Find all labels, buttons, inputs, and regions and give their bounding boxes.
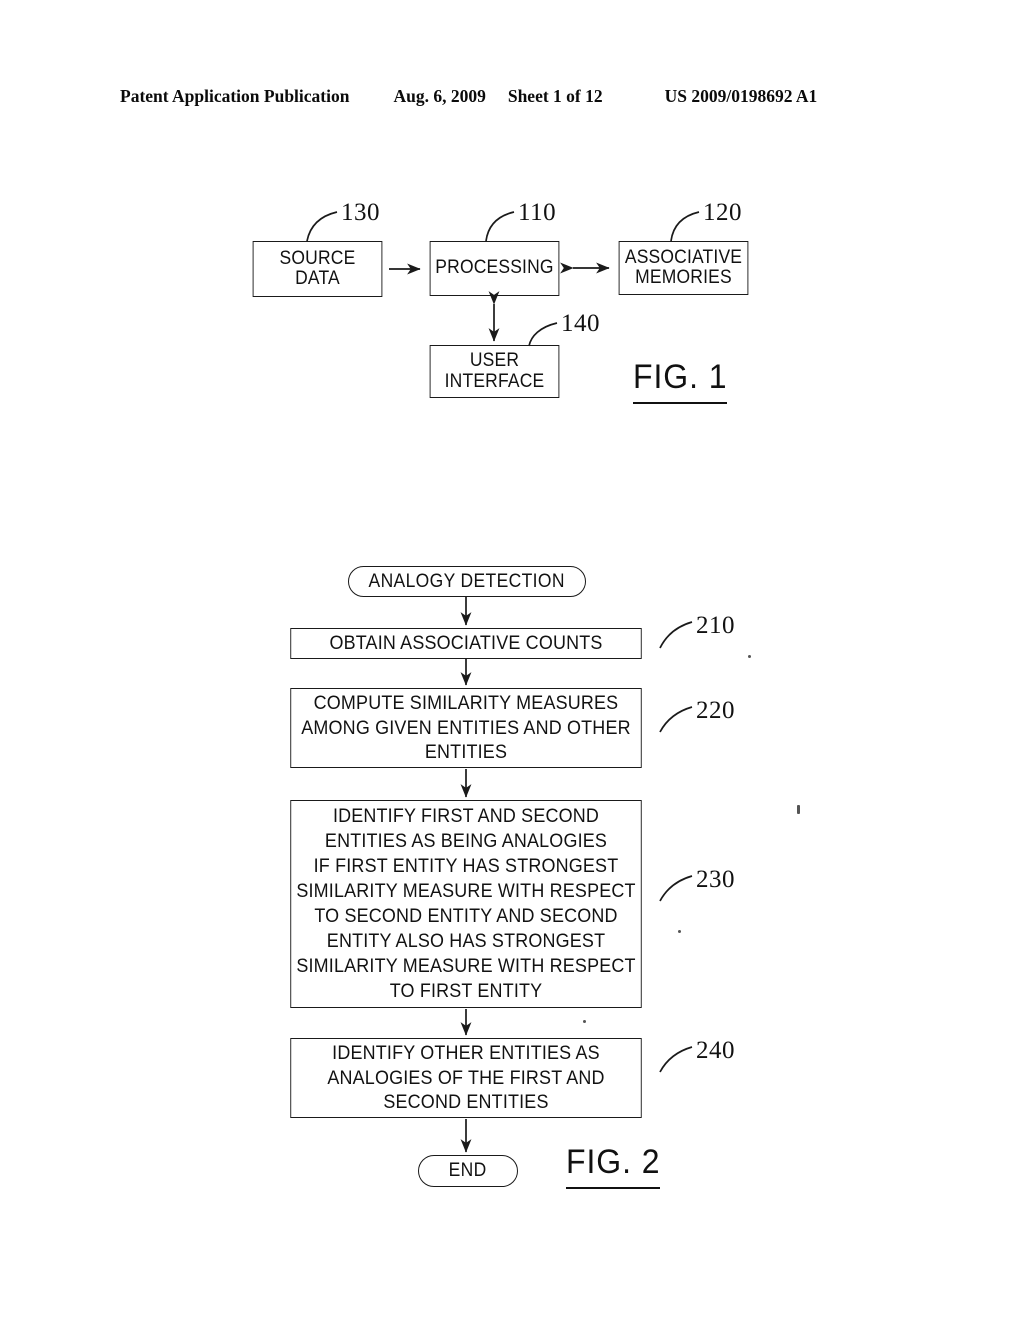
fig1-block-processing: PROCESSING (429, 241, 560, 296)
leader-110 (485, 211, 515, 242)
fig2-step-210-label: OBTAIN ASSOCIATIVE COUNTS (329, 632, 603, 655)
fig2-step-240-label: IDENTIFY OTHER ENTITIES AS ANALOGIES OF … (327, 1042, 605, 1114)
fig2-start-terminator-label: ANALOGY DETECTION (368, 570, 566, 592)
sheet-header: Patent Application Publication Aug. 6, 2… (120, 86, 910, 112)
fig1-ref-110: 110 (518, 199, 557, 226)
fig2-ref-220: 220 (696, 697, 735, 724)
leader-220 (659, 706, 693, 733)
header-publication-title: Patent Application Publication (120, 86, 350, 106)
fig1-block-user-interface-label: USER INTERFACE (444, 350, 545, 392)
fig1-ref-140: 140 (561, 310, 600, 337)
fig2-step-220-label: COMPUTE SIMILARITY MEASURES AMONG GIVEN … (301, 692, 631, 764)
fig1-caption: FIG. 1 (633, 358, 728, 404)
scan-speck (583, 1020, 586, 1023)
fig2-end-terminator: END (418, 1155, 518, 1187)
scan-speck (678, 930, 681, 933)
fig2-start-terminator: ANALOGY DETECTION (348, 566, 586, 597)
leader-210 (659, 621, 693, 649)
fig1-block-associative-memories: ASSOCIATIVE MEMORIES (618, 241, 749, 295)
leader-130 (306, 211, 338, 242)
fig2-step-230: IDENTIFY FIRST AND SECOND ENTITIES AS BE… (290, 800, 642, 1008)
scan-speck (748, 655, 751, 658)
fig1-block-source-data: SOURCE DATA (252, 241, 383, 297)
leader-120 (670, 211, 700, 242)
fig2-ref-210: 210 (696, 612, 735, 639)
fig2-step-230-label: IDENTIFY FIRST AND SECOND ENTITIES AS BE… (296, 805, 636, 1002)
fig1-block-user-interface: USER INTERFACE (429, 345, 560, 398)
fig2-ref-230: 230 (696, 866, 735, 893)
leader-240 (659, 1046, 693, 1073)
header-sheet-number: Sheet 1 of 12 (507, 86, 603, 106)
fig2-end-terminator-label: END (448, 1160, 488, 1181)
leader-140 (528, 322, 558, 347)
header-publication-number: US 2009/0198692 A1 (664, 86, 818, 106)
connector-layer (306, 211, 700, 1153)
fig1-ref-120: 120 (703, 199, 742, 226)
header-date: Aug. 6, 2009 (393, 86, 486, 106)
leader-230 (659, 875, 693, 902)
fig1-block-source-data-label: SOURCE DATA (279, 247, 356, 289)
fig2-ref-240: 240 (696, 1037, 735, 1064)
fig1-block-processing-label: PROCESSING (435, 257, 554, 279)
fig2-step-210: OBTAIN ASSOCIATIVE COUNTS (290, 628, 642, 659)
fig1-ref-130: 130 (341, 199, 380, 226)
fig1-block-associative-memories-label: ASSOCIATIVE MEMORIES (624, 246, 743, 288)
patent-drawing-sheet: Patent Application Publication Aug. 6, 2… (0, 0, 1024, 1320)
fig2-step-220: COMPUTE SIMILARITY MEASURES AMONG GIVEN … (290, 688, 642, 768)
fig2-caption: FIG. 2 (566, 1143, 661, 1189)
scan-speck (797, 805, 800, 814)
fig2-step-240: IDENTIFY OTHER ENTITIES AS ANALOGIES OF … (290, 1038, 642, 1118)
